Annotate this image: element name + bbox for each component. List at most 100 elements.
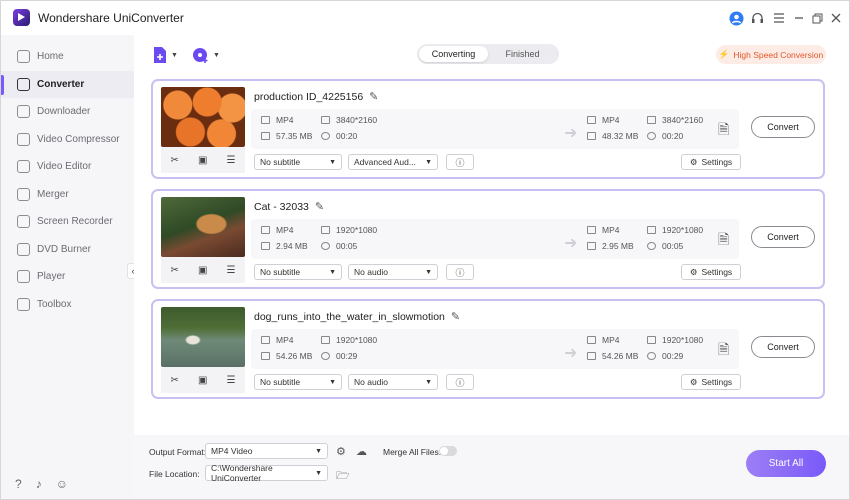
- sidebar-item-screen-recorder[interactable]: Screen Recorder: [1, 208, 134, 236]
- sidebar-item-video-editor[interactable]: Video Editor: [1, 153, 134, 181]
- video-thumbnail[interactable]: [161, 87, 245, 147]
- sidebar-item-label: Converter: [37, 78, 85, 90]
- crop-icon[interactable]: ▣: [198, 375, 207, 386]
- chevron-down-icon: ▼: [425, 378, 432, 386]
- source-format: MP4: [261, 115, 293, 125]
- restore-icon[interactable]: [809, 10, 825, 26]
- convert-button[interactable]: Convert: [751, 336, 815, 358]
- output-format-select[interactable]: MP4 Video ▼: [205, 443, 328, 459]
- scissors-icon[interactable]: ✂: [171, 155, 179, 166]
- subtitle-select[interactable]: No subtitle ▼: [254, 264, 342, 280]
- file-location-select[interactable]: C:\Wondershare UniConverter ▼: [205, 463, 328, 483]
- start-all-button[interactable]: Start All: [746, 450, 826, 477]
- effects-icon[interactable]: ☰: [227, 375, 236, 386]
- audio-select[interactable]: No audio ▼: [348, 374, 438, 390]
- audio-select[interactable]: No audio ▼: [348, 264, 438, 280]
- tab-finished[interactable]: Finished: [488, 46, 557, 62]
- source-duration: 00:20: [321, 131, 357, 141]
- chevron-down-icon: ▼: [329, 158, 336, 166]
- add-file-icon: [154, 47, 166, 63]
- sidebar-item-downloader[interactable]: Downloader: [1, 98, 134, 126]
- output-settings-icon[interactable]: ⚙: [336, 445, 346, 458]
- file-info-panel: MP4 1920*1080 54.26 MB 00:29 ➜ MP4 1920*…: [251, 329, 739, 369]
- minimize-icon[interactable]: [791, 10, 807, 26]
- convert-button[interactable]: Convert: [751, 226, 815, 248]
- convert-button[interactable]: Convert: [751, 116, 815, 138]
- sidebar-item-toolbox[interactable]: Toolbox: [1, 291, 134, 319]
- target-resolution: 3840*2160: [647, 115, 703, 125]
- help-icon[interactable]: ?: [15, 477, 22, 491]
- target-size: 2.95 MB: [587, 241, 634, 251]
- converter-icon: [17, 77, 30, 91]
- bell-icon[interactable]: ♪: [36, 477, 42, 491]
- target-format: MP4: [587, 225, 619, 235]
- chevron-down-icon: ▼: [315, 469, 322, 477]
- close-icon[interactable]: [828, 10, 844, 26]
- file-info-button[interactable]: ⓘ: [446, 154, 474, 170]
- chevron-down-icon: ▼: [425, 158, 432, 166]
- resolution-icon: [321, 116, 330, 124]
- downloader-icon: [17, 105, 30, 119]
- audio-select[interactable]: Advanced Aud... ▼: [348, 154, 438, 170]
- cloud-icon[interactable]: ☁: [356, 445, 367, 458]
- sidebar-item-dvd-burner[interactable]: DVD Burner: [1, 236, 134, 264]
- resolution-icon: [321, 336, 330, 344]
- video-thumbnail[interactable]: [161, 307, 245, 367]
- sidebar-item-merger[interactable]: Merger: [1, 181, 134, 209]
- file-info-button[interactable]: ⓘ: [446, 374, 474, 390]
- screen-recorder-icon: [17, 215, 30, 229]
- edit-name-icon[interactable]: ✎: [451, 310, 460, 323]
- sidebar-item-player[interactable]: Player: [1, 263, 134, 291]
- feedback-icon[interactable]: ☺: [56, 477, 68, 491]
- sidebar-item-video-compressor[interactable]: Video Compressor: [1, 126, 134, 154]
- source-duration: 00:29: [321, 351, 357, 361]
- output-settings-icon[interactable]: 🗎: [718, 119, 729, 143]
- crop-icon[interactable]: ▣: [198, 265, 207, 276]
- clock-icon: [321, 352, 330, 360]
- file-name: production ID_4225156: [254, 90, 364, 103]
- source-size: 57.35 MB: [261, 131, 312, 141]
- edit-name-icon[interactable]: ✎: [315, 200, 324, 213]
- settings-button[interactable]: ⚙ Settings: [681, 264, 741, 280]
- resolution-icon: [647, 336, 656, 344]
- user-avatar-icon[interactable]: [728, 10, 744, 26]
- sidebar-item-label: DVD Burner: [37, 243, 91, 255]
- sidebar-item-home[interactable]: Home: [1, 43, 134, 71]
- subtitle-select[interactable]: No subtitle ▼: [254, 374, 342, 390]
- scissors-icon[interactable]: ✂: [171, 375, 179, 386]
- folder-open-icon[interactable]: 🗁: [336, 467, 350, 486]
- sidebar-item-label: Video Editor: [37, 161, 92, 173]
- file-name-row: Cat - 32033 ✎: [254, 200, 324, 214]
- file-info-button[interactable]: ⓘ: [446, 264, 474, 280]
- clock-icon: [647, 242, 656, 250]
- effects-icon[interactable]: ☰: [227, 265, 236, 276]
- settings-button[interactable]: ⚙ Settings: [681, 154, 741, 170]
- format-icon: [587, 116, 596, 124]
- file-name-row: production ID_4225156 ✎: [254, 90, 378, 104]
- source-resolution: 1920*1080: [321, 335, 377, 345]
- output-settings-icon[interactable]: 🗎: [718, 229, 729, 253]
- subtitle-select[interactable]: No subtitle ▼: [254, 154, 342, 170]
- tab-converting[interactable]: Converting: [419, 46, 488, 62]
- add-files-button[interactable]: ▼: [152, 45, 178, 65]
- target-size: 54.26 MB: [587, 351, 638, 361]
- add-dvd-button[interactable]: ▼: [192, 45, 220, 65]
- toolbox-icon: [17, 297, 30, 311]
- source-size: 54.26 MB: [261, 351, 312, 361]
- crop-icon[interactable]: ▣: [198, 155, 207, 166]
- file-card: ✂ ▣ ☰ production ID_4225156 ✎ MP4 3840*2…: [151, 79, 825, 179]
- edit-name-icon[interactable]: ✎: [369, 90, 378, 103]
- target-format: MP4: [587, 115, 619, 125]
- resolution-icon: [321, 226, 330, 234]
- settings-button[interactable]: ⚙ Settings: [681, 374, 741, 390]
- effects-icon[interactable]: ☰: [227, 155, 236, 166]
- scissors-icon[interactable]: ✂: [171, 265, 179, 276]
- merge-toggle[interactable]: [439, 446, 457, 456]
- output-settings-icon[interactable]: 🗎: [718, 339, 729, 363]
- sidebar-item-converter[interactable]: Converter: [1, 70, 134, 98]
- menu-icon[interactable]: [771, 10, 787, 26]
- video-thumbnail[interactable]: [161, 197, 245, 257]
- high-speed-conversion-button[interactable]: ⚡ High Speed Conversion: [716, 45, 826, 64]
- support-icon[interactable]: [749, 10, 765, 26]
- title-bar: Wondershare UniConverter: [1, 1, 849, 35]
